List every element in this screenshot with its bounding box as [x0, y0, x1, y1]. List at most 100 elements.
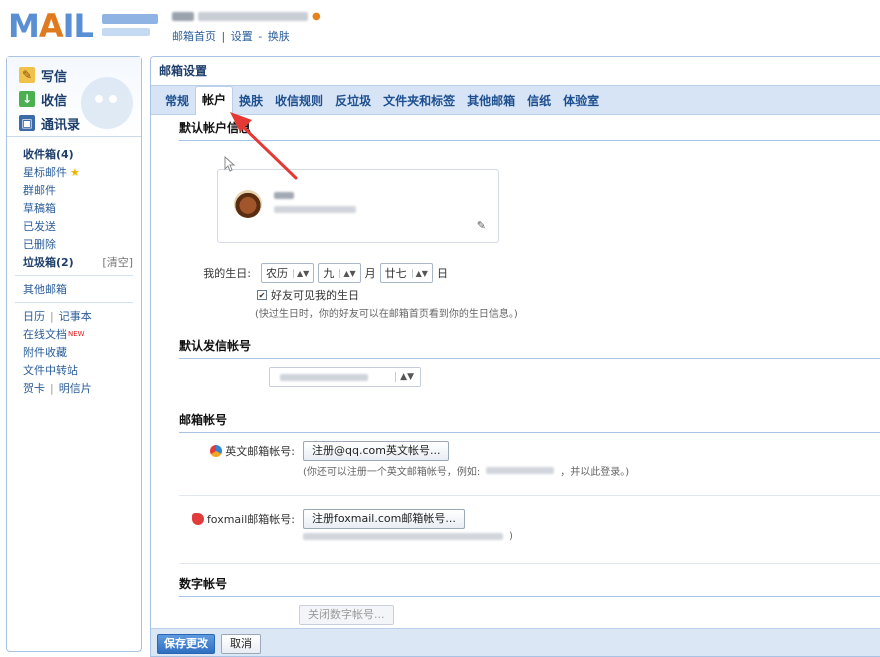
tab-anti-spam[interactable]: 反垃圾: [329, 88, 377, 114]
birthday-hint: (快过生日时，你的好友可以在邮箱首页看到你的生日信息。): [255, 309, 518, 320]
avatar[interactable]: [234, 190, 262, 218]
birth-month-select[interactable]: 九 ▲▼: [318, 263, 361, 283]
sidebar-actions: ✎ 写信 ↓ 收信 ▣ 通讯录: [7, 57, 141, 137]
profile-email-redacted: [274, 206, 356, 213]
birthday-visible-row: ✔ 好友可见我的生日: [257, 287, 359, 303]
sidebar-item-starred[interactable]: 星标邮件 ★: [23, 163, 141, 181]
label-text: foxmail邮箱帐号:: [206, 513, 295, 526]
greeting-card-link[interactable]: 贺卡: [23, 380, 45, 396]
default-sender-section: 默认发信帐号: [179, 333, 880, 359]
folder-label: 垃圾箱(2): [23, 256, 74, 269]
sidebar-item-online-docs[interactable]: 在线文档 NEW: [23, 325, 141, 343]
folder-label: 文件中转站: [23, 364, 78, 377]
section-default-sender: 默认发信帐号: [179, 333, 880, 359]
tab-lab[interactable]: 体验室: [557, 88, 605, 114]
tab-stationery[interactable]: 信纸: [521, 88, 557, 114]
foxmail-account-label: foxmail邮箱帐号:: [179, 511, 295, 527]
sidebar-item-drafts[interactable]: 草稿箱: [23, 199, 141, 217]
english-account-label: 英文邮箱帐号:: [179, 443, 295, 459]
tab-skin[interactable]: 换肤: [233, 88, 269, 114]
section-digital-account: 数字帐号: [179, 571, 880, 597]
profile-card: ✎: [217, 169, 499, 243]
folder-label: 在线文档: [23, 328, 67, 341]
register-foxmail-account-button[interactable]: 注册foxmail.com邮箱帐号...: [303, 509, 465, 529]
select-arrow-icon: ▲▼: [395, 372, 414, 382]
hint-text: ，并以此登录。): [560, 467, 630, 478]
register-english-account-button[interactable]: 注册@qq.com英文帐号...: [303, 441, 450, 461]
sidebar-item-sent[interactable]: 已发送: [23, 217, 141, 235]
nav-separator: |: [221, 30, 226, 43]
tool-separator: |: [50, 309, 54, 323]
nav-dash: -: [258, 30, 263, 43]
mail-logo[interactable]: MAIL: [8, 8, 158, 44]
new-badge: NEW: [68, 330, 85, 338]
digital-account-section: 数字帐号: [179, 571, 880, 597]
close-digital-account-button[interactable]: 关闭数字帐号...: [299, 605, 394, 625]
sidebar-item-deleted[interactable]: 已删除: [23, 235, 141, 253]
default-sender-select[interactable]: ▲▼: [269, 367, 421, 387]
tool-list: 日历 | 记事本 在线文档 NEW 附件收藏 文件中转站 贺卡 | 明信片: [7, 307, 141, 397]
calendar-link[interactable]: 日历: [23, 308, 45, 324]
star-icon: ★: [70, 166, 80, 179]
foxmail-account-hint: ): [303, 531, 513, 542]
birth-day-select[interactable]: 廿七 ▲▼: [379, 263, 433, 283]
folder-label: 已删除: [23, 238, 56, 251]
account-settings-content: 默认帐户信息: [151, 115, 880, 141]
empty-spam-link[interactable]: [清空]: [102, 254, 133, 270]
folder-label: 星标邮件: [23, 166, 67, 179]
example-account-redacted: [486, 467, 555, 474]
logo-text: MAIL: [8, 7, 94, 45]
tab-other-mailbox[interactable]: 其他邮箱: [461, 88, 521, 114]
digital-account-row: 关闭数字帐号...: [299, 605, 394, 625]
qq-mail-icon: [210, 445, 223, 457]
sidebar-item-group-mail[interactable]: 群邮件: [23, 181, 141, 199]
tab-folders-labels[interactable]: 文件夹和标签: [377, 88, 461, 114]
sidebar-divider: [15, 302, 133, 303]
sidebar-item-spam[interactable]: 垃圾箱(2) [清空]: [23, 253, 141, 271]
select-value: 九: [323, 267, 335, 280]
save-changes-button[interactable]: 保存更改: [157, 633, 215, 654]
section-default-account-info: 默认帐户信息: [179, 115, 880, 141]
row-divider: [179, 563, 880, 564]
section-mail-accounts: 邮箱帐号: [179, 407, 880, 433]
nav-home-link[interactable]: 邮箱首页: [172, 30, 216, 43]
birthday-visible-checkbox[interactable]: ✔: [257, 290, 267, 300]
foxmail-account-row: foxmail邮箱帐号: 注册foxmail.com邮箱帐号...: [179, 509, 465, 529]
cancel-button[interactable]: 取消: [221, 633, 261, 654]
edit-pencil-icon[interactable]: ✎: [477, 219, 486, 232]
sidebar: ✎ 写信 ↓ 收信 ▣ 通讯录 收件箱(4) 星标邮件 ★ 群邮件 草稿箱 已发送…: [6, 56, 142, 652]
nav-settings-link[interactable]: 设置: [231, 30, 253, 43]
cards-row: 贺卡 | 明信片: [23, 379, 141, 397]
folder-label: 收件箱(4): [23, 148, 74, 161]
folder-label: 草稿箱: [23, 202, 56, 215]
foxmail-icon: [191, 513, 204, 525]
profile-name-redacted: [274, 192, 294, 199]
nav-skin-link[interactable]: 换肤: [268, 30, 290, 43]
contacts-card-icon: ▣: [19, 115, 35, 131]
hint-text: (你还可以注册一个英文邮箱帐号，例如:: [303, 467, 481, 478]
sidebar-item-file-transfer[interactable]: 文件中转站: [23, 361, 141, 379]
settings-tabs: 常规 帐户 换肤 收信规则 反垃圾 文件夹和标签 其他邮箱 信纸 体验室: [151, 85, 880, 115]
new-mail-dot-icon: ●: [312, 10, 321, 22]
birthday-visible-label: 好友可见我的生日: [271, 289, 359, 302]
select-value: 廿七: [384, 267, 407, 280]
day-unit: 日: [436, 267, 448, 280]
user-name-redacted: [172, 11, 194, 21]
logo-sub-mark: [102, 14, 158, 40]
calendar-notes-row: 日历 | 记事本: [23, 307, 141, 325]
sidebar-item-attachments[interactable]: 附件收藏: [23, 343, 141, 361]
postcard-link[interactable]: 明信片: [59, 380, 92, 396]
contacts-label: 通讯录: [41, 117, 81, 133]
tab-general[interactable]: 常规: [159, 88, 195, 114]
tool-separator: |: [50, 381, 54, 395]
calendar-type-select[interactable]: 农历 ▲▼: [261, 263, 315, 283]
notes-link[interactable]: 记事本: [59, 308, 92, 324]
folder-label: 群邮件: [23, 184, 56, 197]
sidebar-item-other-mailbox[interactable]: 其他邮箱: [23, 280, 141, 298]
sidebar-divider: [15, 275, 133, 276]
label-text: 英文邮箱帐号:: [225, 445, 295, 458]
tab-account[interactable]: 帐户: [195, 86, 234, 115]
sidebar-item-inbox[interactable]: 收件箱(4): [23, 145, 141, 163]
select-arrow-icon: ▲▼: [339, 268, 356, 278]
tab-receive-rules[interactable]: 收信规则: [269, 88, 329, 114]
